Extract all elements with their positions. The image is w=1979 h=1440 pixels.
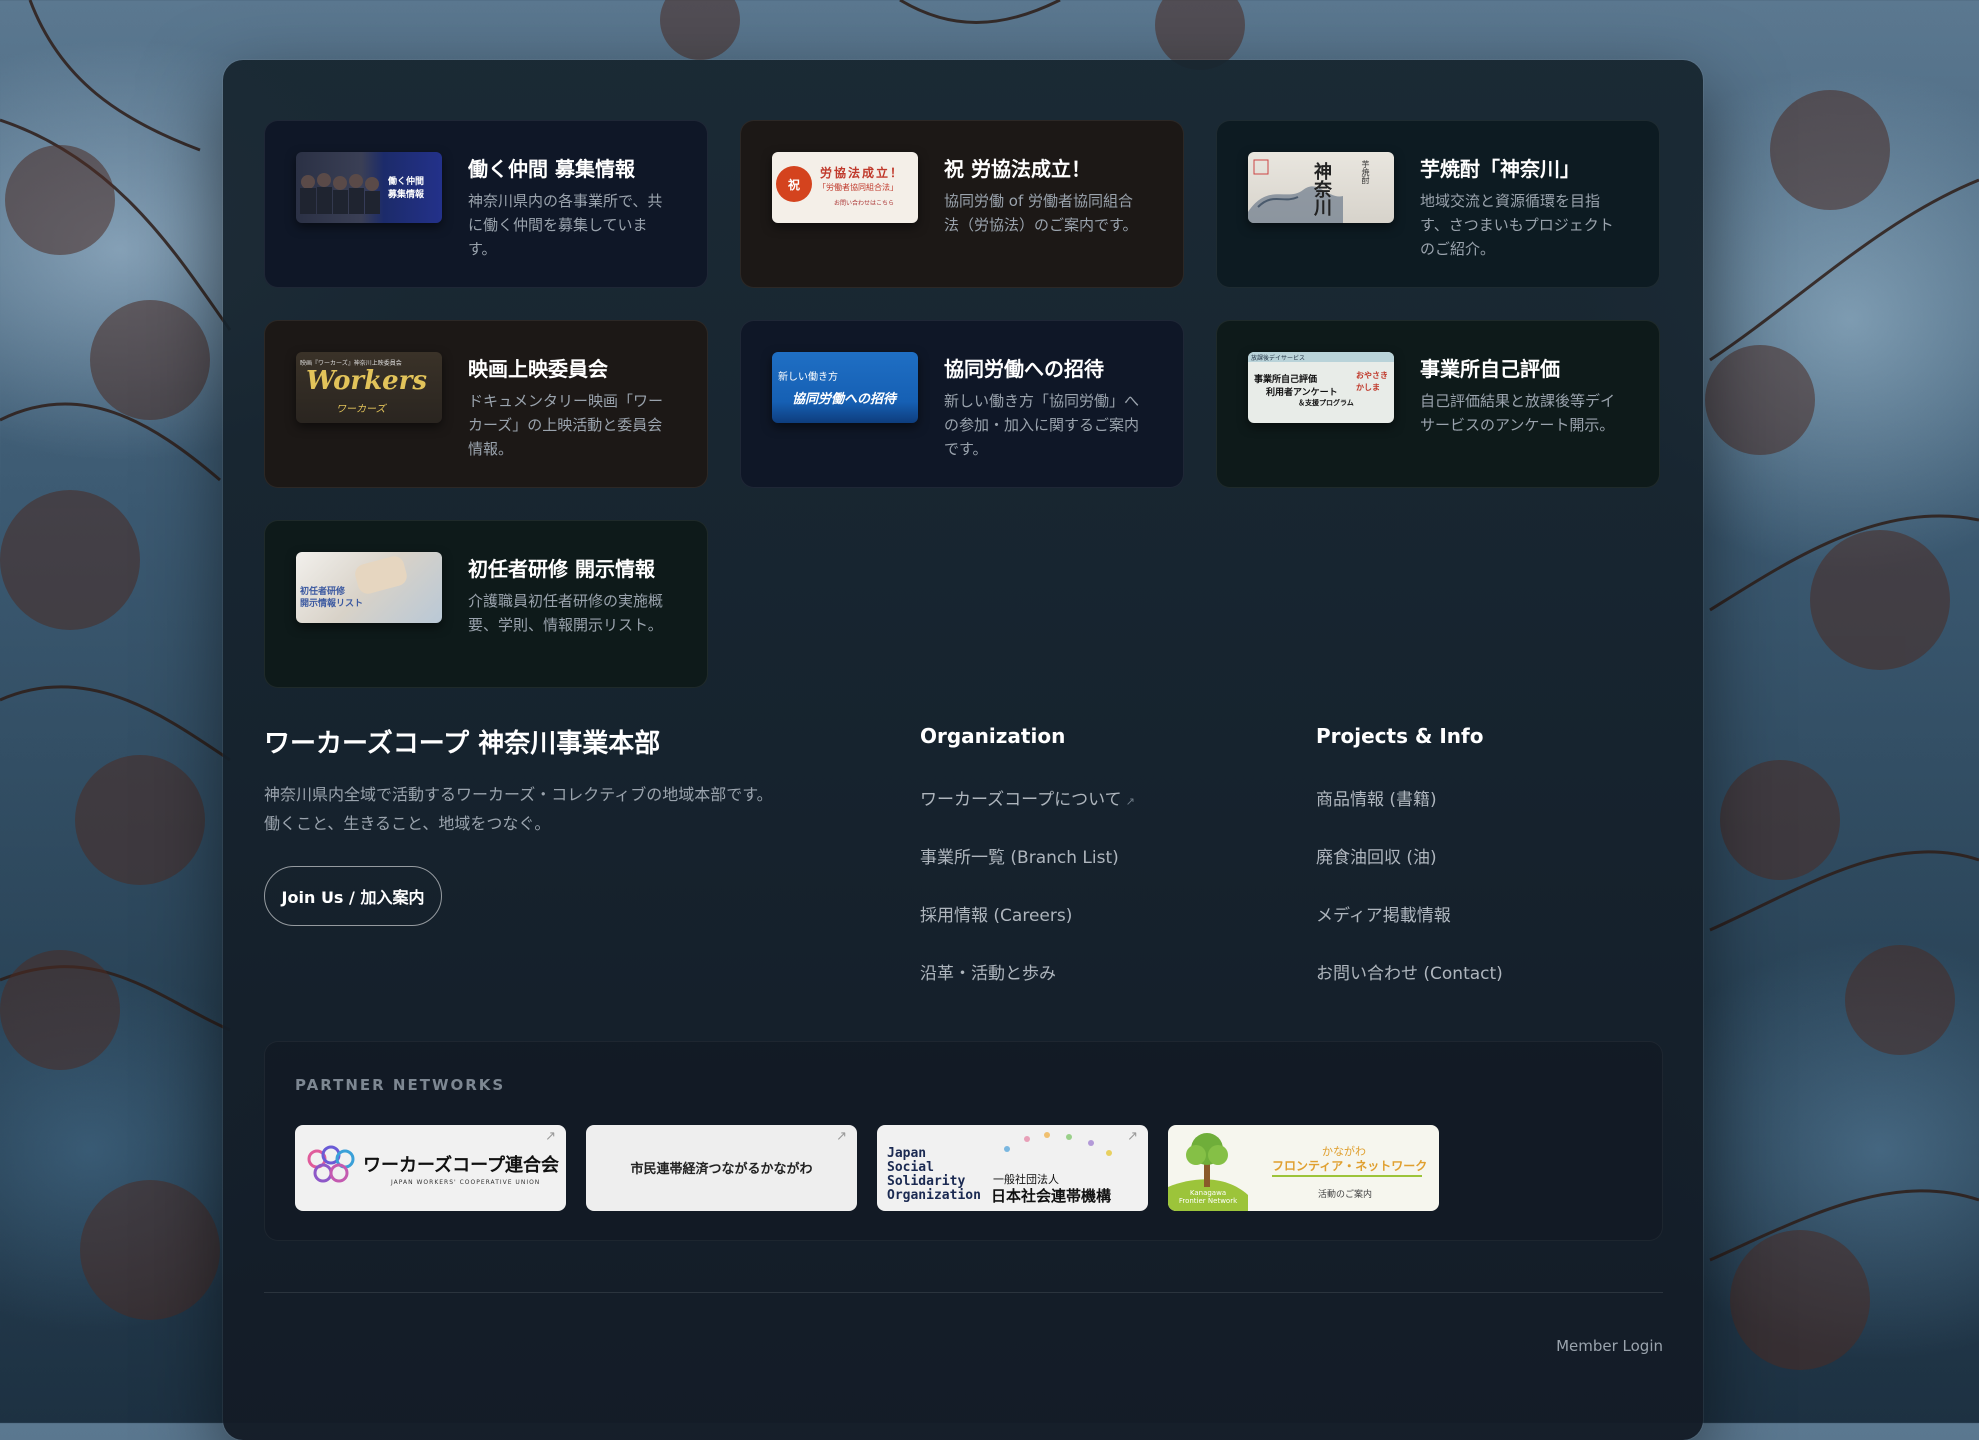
card-invitation[interactable]: 新しい働き方 協同労働への招待 協同労働への招待 新しい働き方「協同労働」へ の参… [740, 320, 1184, 488]
card-training[interactable]: 初任者研修 開示情報リスト 初任者研修 開示情報 介護職員初任者研修の実施概 要、学… [264, 520, 708, 688]
member-login-link[interactable]: Member Login [1556, 1337, 1663, 1355]
card-title: 祝 労協法成立！ [944, 157, 1091, 181]
partner-networks-section: PARTNER NETWORKS ワーカーズコープ連合会 JAPAN WORKE… [264, 1041, 1663, 1241]
card-shochu[interactable]: 神奈川 芋焼酎 芋焼酎「神奈川」 地域交流と資源循環を目指 す、さつまいもプロジェ… [1216, 120, 1660, 288]
card-film-committee[interactable]: 映画『ワーカーズ』神奈川上映委員会 Workers ワーカーズ 映画上映委員会 … [264, 320, 708, 488]
partners-title: PARTNER NETWORKS [295, 1076, 506, 1094]
link-careers[interactable]: 採用情報 (Careers) [920, 901, 1072, 926]
card-thumbnail: 神奈川 芋焼酎 [1248, 152, 1394, 223]
workers-union-logo-icon [307, 1145, 355, 1183]
card-title: 映画上映委員会 [468, 357, 608, 381]
card-thumbnail: 働く仲間 募集情報 [296, 152, 442, 223]
card-description: 地域交流と資源循環を目指 す、さつまいもプロジェクト のご紹介。 [1420, 192, 1614, 258]
card-thumbnail: 初任者研修 開示情報リスト [296, 552, 442, 623]
partner-logo-frontier-network[interactable]: Kanagawa Frontier Network かながわ フロンティア・ネット… [1168, 1125, 1439, 1211]
join-us-button[interactable]: Join Us / 加入案内 [264, 866, 442, 926]
partner-logo-jsso[interactable]: Japan Social Solidarity Organization 一般社団法… [877, 1125, 1148, 1211]
card-description: ドキュメンタリー映画「ワー カーズ」の上映活動と委員会 情報。 [468, 392, 664, 458]
card-labor-law[interactable]: 祝 労協法成立！ 「労働者協同組合法」 お問い合わせはこちら 祝 労協法成立！ … [740, 120, 1184, 288]
card-thumbnail: 祝 労協法成立！ 「労働者協同組合法」 お問い合わせはこちら [772, 152, 918, 223]
partner-logo-workers-union[interactable]: ワーカーズコープ連合会 JAPAN WORKERS' COOPERATIVE U… [295, 1125, 566, 1211]
partner-logo-kanagawa-solidarity[interactable]: 市民連帯経済つながるかながわ ↗ [586, 1125, 857, 1211]
projects-title: Projects & Info [1316, 724, 1484, 748]
organization-title: Organization [920, 724, 1066, 748]
footer-divider [264, 1292, 1663, 1293]
link-about[interactable]: ワーカーズコープについて ↗ [920, 785, 1135, 810]
card-description: 協同労働 of 労働者協同組合 法（労協法）のご案内です。 [944, 192, 1138, 234]
external-link-icon: ↗ [1125, 795, 1135, 808]
decorative-dots-icon [1004, 1132, 1112, 1156]
card-title: 協同労働への招待 [944, 357, 1104, 381]
card-self-evaluation[interactable]: 放課後デイサービス 事業所自己評価 利用者アンケート ＆支援プログラム おやさき… [1216, 320, 1660, 488]
card-title: 働く仲間 募集情報 [468, 157, 635, 181]
card-thumbnail: 映画『ワーカーズ』神奈川上映委員会 Workers ワーカーズ [296, 352, 442, 423]
card-title: 芋焼酎「神奈川」 [1420, 157, 1580, 181]
card-description: 介護職員初任者研修の実施概 要、学則、情報開示リスト。 [468, 592, 664, 634]
card-description: 自己評価結果と放課後等デイ サービスのアンケート開示。 [1420, 392, 1616, 434]
link-oil-collection[interactable]: 廃食油回収 (油) [1316, 843, 1437, 868]
thumb-text: 働く仲間 [388, 177, 425, 187]
card-description: 神奈川県内の各事業所で、共 に働く仲間を募集していま す。 [468, 192, 663, 258]
link-media[interactable]: メディア掲載情報 [1316, 901, 1451, 926]
thumb-text: 募集情報 [388, 190, 425, 200]
link-products[interactable]: 商品情報 (書籍) [1316, 785, 1437, 810]
footer-brand-description: 神奈川県内全域で活動するワーカーズ・コレクティブの地域本部です。 働くこと、生き… [264, 785, 773, 833]
card-title: 初任者研修 開示情報 [468, 557, 655, 581]
card-recruitment[interactable]: 働く仲間 募集情報 働く仲間 募集情報 神奈川県内の各事業所で、共 に働く仲間を募… [264, 120, 708, 288]
external-link-icon: ↗ [1127, 1129, 1138, 1144]
card-title: 事業所自己評価 [1420, 357, 1560, 381]
external-link-icon: ↗ [545, 1129, 556, 1144]
card-thumbnail: 新しい働き方 協同労働への招待 [772, 352, 918, 423]
card-thumbnail: 放課後デイサービス 事業所自己評価 利用者アンケート ＆支援プログラム おやさき… [1248, 352, 1394, 423]
external-link-icon: ↗ [836, 1129, 847, 1144]
link-contact[interactable]: お問い合わせ (Contact) [1316, 959, 1503, 984]
card-description: 新しい働き方「協同労働」へ の参加・加入に関するご案内 です。 [944, 392, 1140, 458]
link-history[interactable]: 沿革・活動と歩み [920, 959, 1056, 984]
link-branch-list[interactable]: 事業所一覧 (Branch List) [920, 843, 1119, 868]
footer-brand-title: ワーカーズコープ 神奈川事業本部 [264, 729, 661, 759]
